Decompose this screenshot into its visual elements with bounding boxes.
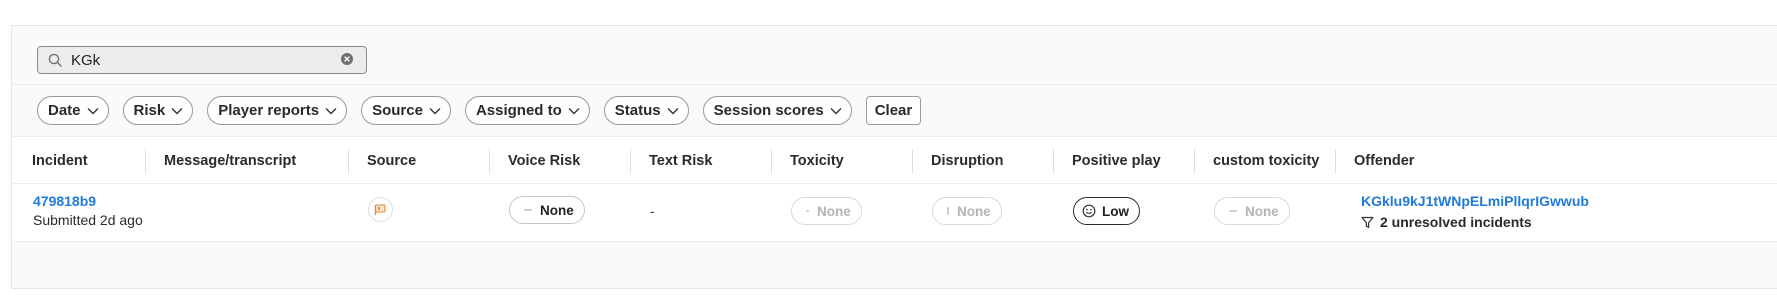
filter-date[interactable]: Date [37, 96, 109, 125]
text-risk-value: - [650, 203, 655, 219]
table-header: Incident Message/transcript Source Voice… [12, 137, 1777, 184]
column-header-incident[interactable]: Incident [32, 137, 88, 184]
chevron-down-icon [429, 107, 441, 114]
column-header-custom-toxicity[interactable]: custom toxicity [1213, 137, 1319, 184]
filter-status[interactable]: Status [603, 96, 689, 125]
offender-cell: KGklu9kJ1tWNpELmiPllqrIGwwub 2 unresolve… [1361, 193, 1589, 230]
filter-label: Session scores [713, 102, 824, 119]
column-header-offender[interactable]: Offender [1354, 137, 1414, 184]
filter-icon [1361, 216, 1374, 228]
column-divider [771, 149, 772, 173]
column-divider [1194, 149, 1195, 173]
filter-label: Risk [133, 102, 166, 119]
disruption-value: None [957, 203, 991, 219]
column-divider [1335, 149, 1336, 173]
search-input[interactable] [71, 51, 340, 69]
column-divider [1053, 149, 1054, 173]
filter-label: Player reports [218, 102, 320, 119]
chevron-down-icon [568, 107, 580, 114]
submitted-time: Submitted 2d ago [33, 212, 143, 228]
voice-risk-value: None [540, 202, 574, 218]
column-header-message[interactable]: Message/transcript [164, 137, 296, 184]
filter-bar: Date Risk Player reports Source Assigned… [12, 85, 1777, 137]
positive-play-badge: Low [1073, 197, 1140, 225]
flag-icon [374, 204, 386, 215]
clear-search-icon[interactable] [340, 52, 356, 68]
risk-level-icon [524, 209, 532, 211]
positive-play-value: Low [1102, 203, 1129, 219]
filter-label: Status [614, 102, 661, 119]
filter-player-reports[interactable]: Player reports [207, 96, 348, 125]
risk-level-icon [806, 210, 809, 212]
filter-source[interactable]: Source [361, 96, 451, 125]
chevron-down-icon [830, 107, 842, 114]
risk-level-icon [947, 207, 949, 215]
chevron-down-icon [171, 107, 183, 114]
filter-session-scores[interactable]: Session scores [702, 96, 852, 125]
toxicity-badge: None [791, 197, 862, 225]
column-divider [489, 149, 490, 173]
unresolved-incidents[interactable]: 2 unresolved incidents [1361, 214, 1589, 230]
source-badge [368, 197, 393, 222]
search-bar-row [12, 26, 1777, 85]
filter-assigned-to[interactable]: Assigned to [464, 96, 590, 125]
column-header-source[interactable]: Source [367, 137, 416, 184]
chevron-down-icon [667, 107, 679, 114]
chevron-down-icon [87, 107, 99, 114]
custom-toxicity-badge: None [1214, 197, 1290, 225]
unresolved-incidents-label: 2 unresolved incidents [1380, 214, 1532, 230]
column-header-positive-play[interactable]: Positive play [1072, 137, 1161, 184]
filter-label: Source [372, 102, 423, 119]
column-divider [145, 149, 146, 173]
search-box[interactable] [37, 46, 367, 74]
column-header-toxicity[interactable]: Toxicity [790, 137, 844, 184]
disruption-badge: None [932, 197, 1002, 225]
search-icon [47, 52, 63, 68]
smiley-icon [1082, 204, 1096, 218]
column-header-text-risk[interactable]: Text Risk [649, 137, 712, 184]
column-divider [912, 149, 913, 173]
incident-id-link[interactable]: 479818b9 [33, 193, 143, 209]
incidents-panel: Date Risk Player reports Source Assigned… [11, 25, 1777, 289]
filter-label: Date [48, 102, 81, 119]
filter-risk[interactable]: Risk [122, 96, 194, 125]
column-header-voice-risk[interactable]: Voice Risk [508, 137, 580, 184]
offender-id-link[interactable]: KGklu9kJ1tWNpELmiPllqrIGwwub [1361, 193, 1589, 209]
filter-label: Assigned to [475, 102, 562, 119]
column-divider [348, 149, 349, 173]
incident-cell: 479818b9 Submitted 2d ago [33, 193, 143, 228]
chevron-down-icon [325, 107, 337, 114]
clear-filters-button[interactable]: Clear [865, 96, 922, 125]
column-divider [630, 149, 631, 173]
column-header-disruption[interactable]: Disruption [931, 137, 1004, 184]
table-row[interactable]: 479818b9 Submitted 2d ago None - None No… [12, 184, 1777, 242]
voice-risk-badge: None [509, 196, 585, 224]
toxicity-value: None [817, 203, 851, 219]
risk-level-icon [1229, 210, 1237, 212]
custom-toxicity-value: None [1245, 203, 1279, 219]
